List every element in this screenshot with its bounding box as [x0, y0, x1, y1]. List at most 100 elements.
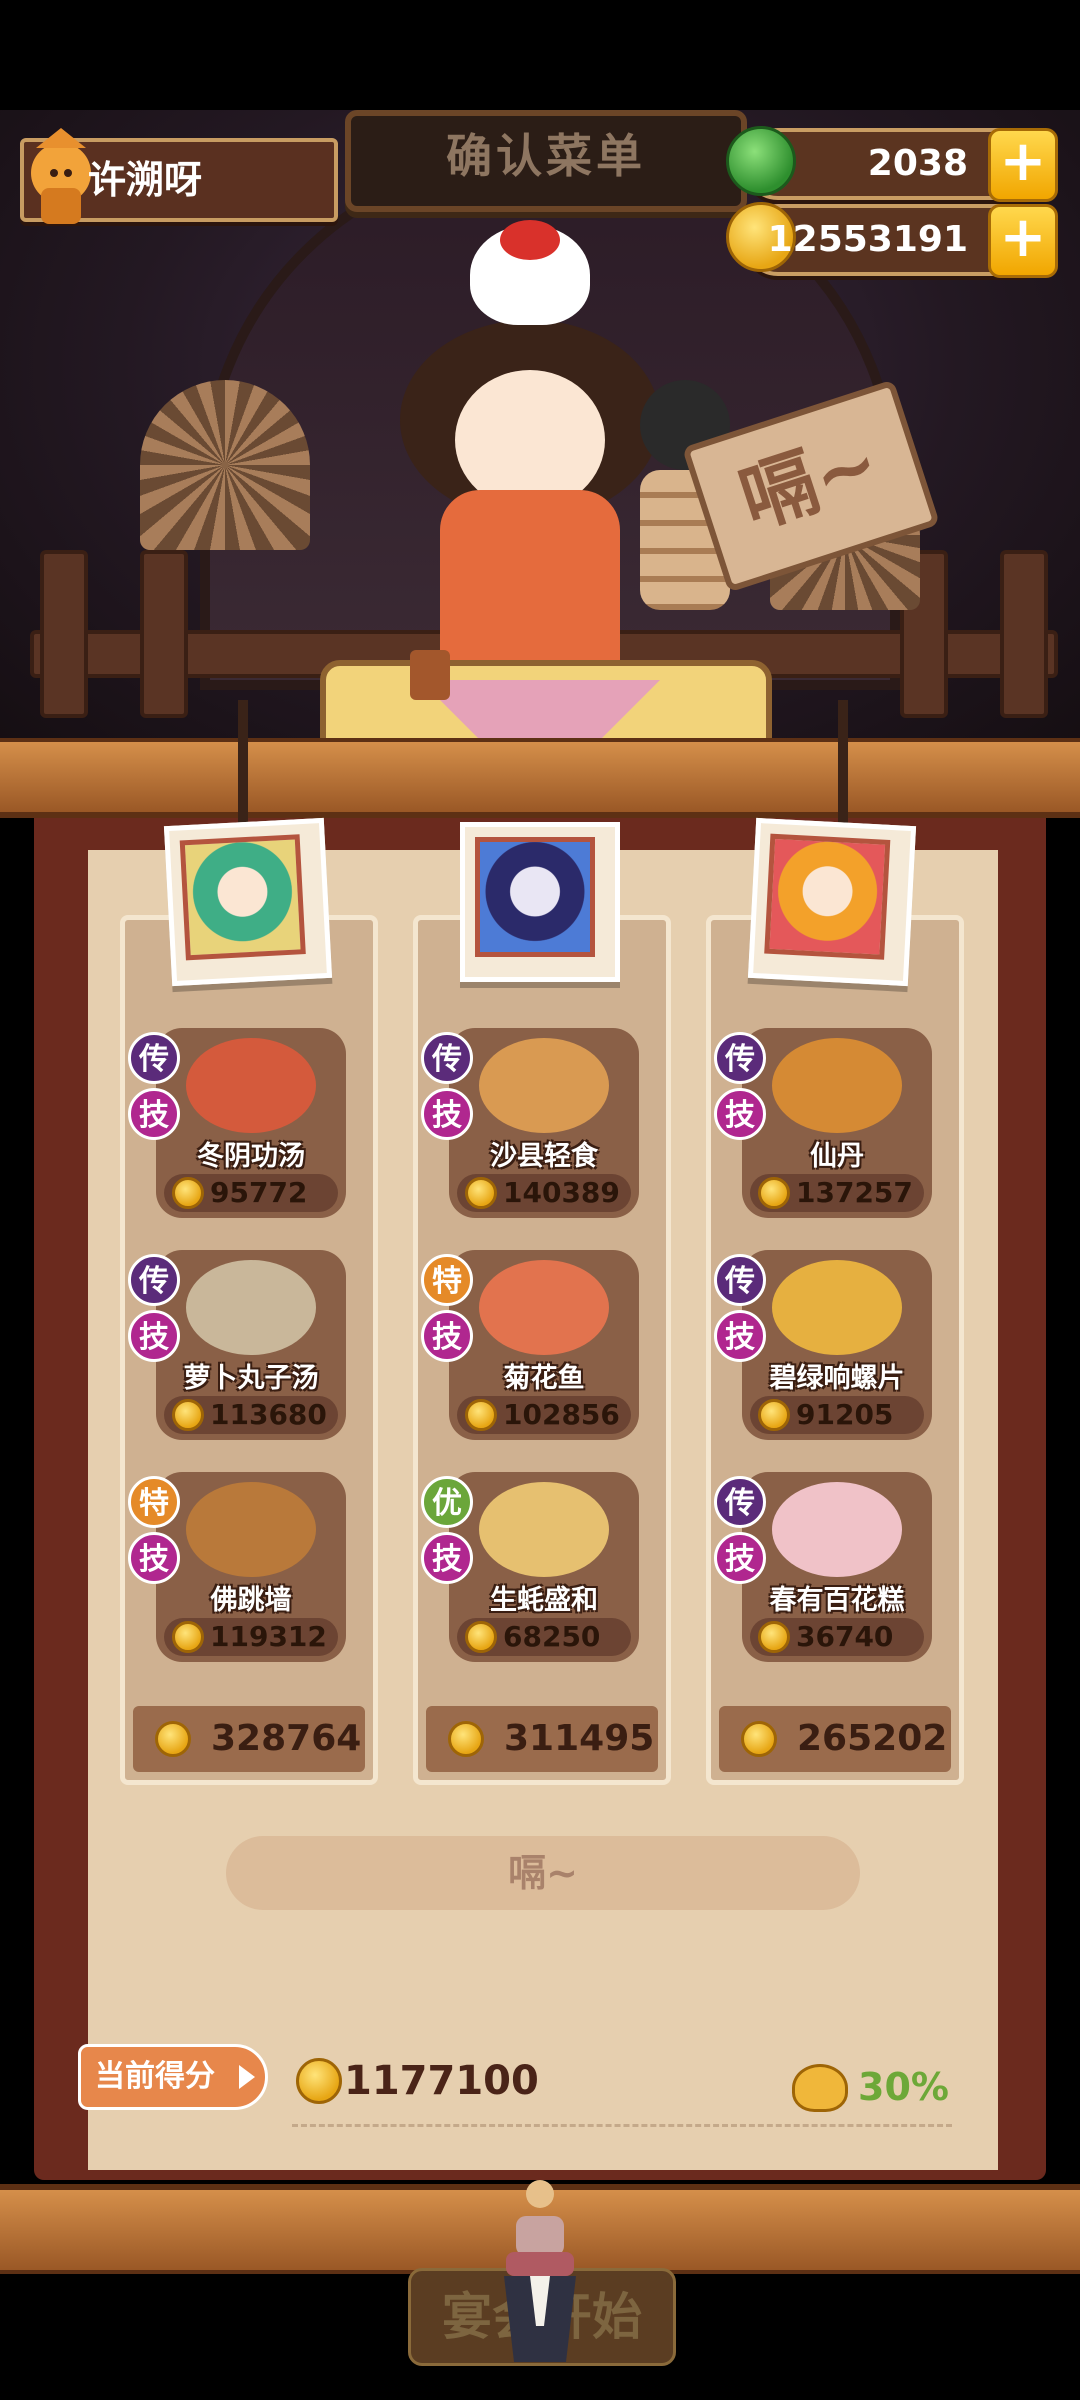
dish-price-bar: 137257	[750, 1174, 924, 1212]
play-arrow-icon	[239, 2065, 255, 2089]
column-total-bar: 328764	[133, 1706, 365, 1772]
column-total: 265202	[797, 1718, 948, 1759]
dish-image	[772, 1260, 902, 1355]
dish-card[interactable]: 沙县轻食 140389	[449, 1028, 639, 1218]
skill-badge: 技	[714, 1532, 766, 1584]
rank-badge: 传	[128, 1032, 180, 1084]
rank-badge: 传	[714, 1032, 766, 1084]
rank-badge: 特	[128, 1476, 180, 1528]
fence-post	[1000, 550, 1048, 718]
dish-price-bar: 95772	[164, 1174, 338, 1212]
coin-icon	[465, 1177, 497, 1209]
rank-badge: 传	[714, 1476, 766, 1528]
dish-price: 137257	[796, 1176, 913, 1209]
dish-image	[772, 1482, 902, 1577]
skill-badge: 技	[714, 1088, 766, 1140]
dish-image	[186, 1260, 316, 1355]
dish-image	[479, 1038, 609, 1133]
hanging-string	[838, 700, 848, 824]
dish-image	[772, 1038, 902, 1133]
player-name: 许溯呀	[88, 158, 203, 202]
dish-card[interactable]: 生蚝盛和 68250	[449, 1472, 639, 1662]
bonus-bag-icon	[792, 2064, 848, 2112]
coin-icon	[172, 1621, 204, 1653]
column-total: 328764	[211, 1718, 362, 1759]
dish-price-bar: 140389	[457, 1174, 631, 1212]
skill-badge: 技	[421, 1088, 473, 1140]
dish-price: 95772	[210, 1176, 308, 1209]
scroll-rod-top	[0, 738, 1080, 818]
menu-banner: 确认菜单	[345, 110, 747, 212]
character-robe	[440, 490, 620, 670]
fence-post	[40, 550, 88, 718]
coin-value: 12553191	[767, 219, 968, 260]
skill-badge: 技	[421, 1310, 473, 1362]
player-name-chip[interactable]: 许溯呀	[20, 128, 338, 224]
dish-card[interactable]: 菊花鱼 102856	[449, 1250, 639, 1440]
add-jade-button[interactable]: +	[988, 128, 1058, 202]
chef-portrait-3[interactable]	[747, 817, 917, 987]
dish-name: 生蚝盛和	[490, 1585, 598, 1616]
current-score-label: 当前得分	[95, 2059, 215, 2094]
hum-button-label: 嗝~	[508, 1851, 578, 1895]
jade-icon	[726, 126, 796, 196]
dish-image	[186, 1038, 316, 1133]
coin-icon	[758, 1399, 790, 1431]
coin-icon	[758, 1621, 790, 1653]
chopstick-holder-icon	[410, 650, 450, 700]
skill-badge: 技	[421, 1532, 473, 1584]
dish-card[interactable]: 仙丹 137257	[742, 1028, 932, 1218]
column-total: 311495	[504, 1718, 655, 1759]
skill-badge: 技	[128, 1310, 180, 1362]
current-score-value: 1177100	[344, 2058, 539, 2104]
dish-name: 仙丹	[810, 1141, 864, 1172]
dish-card[interactable]: 冬阴功汤 95772	[156, 1028, 346, 1218]
jade-value: 2038	[867, 143, 968, 184]
coin-icon	[155, 1721, 191, 1757]
rank-badge: 特	[421, 1254, 473, 1306]
coin-icon	[296, 2058, 342, 2104]
fan-left-icon	[140, 380, 310, 550]
rank-badge: 传	[421, 1032, 473, 1084]
column-total-bar: 311495	[426, 1706, 658, 1772]
dish-price: 36740	[796, 1620, 894, 1653]
fence-post	[140, 550, 188, 718]
coin-icon	[172, 1399, 204, 1431]
dish-image	[479, 1260, 609, 1355]
chef-portrait-1[interactable]	[163, 817, 333, 987]
character-face	[455, 370, 605, 510]
dish-image	[186, 1482, 316, 1577]
dish-price-bar: 91205	[750, 1396, 924, 1434]
add-coins-button[interactable]: +	[988, 204, 1058, 278]
bonus-percent: 30%	[858, 2065, 949, 2109]
dish-price: 140389	[503, 1176, 620, 1209]
dish-image	[479, 1482, 609, 1577]
rank-badge: 传	[714, 1254, 766, 1306]
coin-icon	[465, 1399, 497, 1431]
dish-card[interactable]: 春有百花糕 36740	[742, 1472, 932, 1662]
dish-card[interactable]: 萝卜丸子汤 113680	[156, 1250, 346, 1440]
coin-icon	[741, 1721, 777, 1757]
chef-avatar-icon	[475, 837, 595, 957]
coin-icon	[465, 1621, 497, 1653]
rank-badge: 优	[421, 1476, 473, 1528]
dish-card[interactable]: 碧绿响螺片 91205	[742, 1250, 932, 1440]
dish-price: 91205	[796, 1398, 894, 1431]
dish-price: 119312	[210, 1620, 327, 1653]
chef-avatar-icon	[179, 834, 306, 961]
dish-price: 68250	[503, 1620, 601, 1653]
dish-name: 菊花鱼	[503, 1363, 585, 1394]
dish-name: 冬阴功汤	[197, 1141, 305, 1172]
dish-name: 萝卜丸子汤	[183, 1363, 319, 1394]
hum-button[interactable]: 嗝~	[226, 1836, 860, 1910]
dish-price-bar: 68250	[457, 1618, 631, 1656]
chef-portrait-2[interactable]	[460, 822, 620, 982]
chicken-comb-icon	[500, 220, 560, 260]
dish-price: 102856	[503, 1398, 620, 1431]
skill-badge: 技	[128, 1532, 180, 1584]
skill-badge: 技	[714, 1310, 766, 1362]
column-total-bar: 265202	[719, 1706, 951, 1772]
dish-card[interactable]: 佛跳墙 119312	[156, 1472, 346, 1662]
coin-icon	[172, 1177, 204, 1209]
jade-counter: 2038 +	[726, 126, 1058, 202]
